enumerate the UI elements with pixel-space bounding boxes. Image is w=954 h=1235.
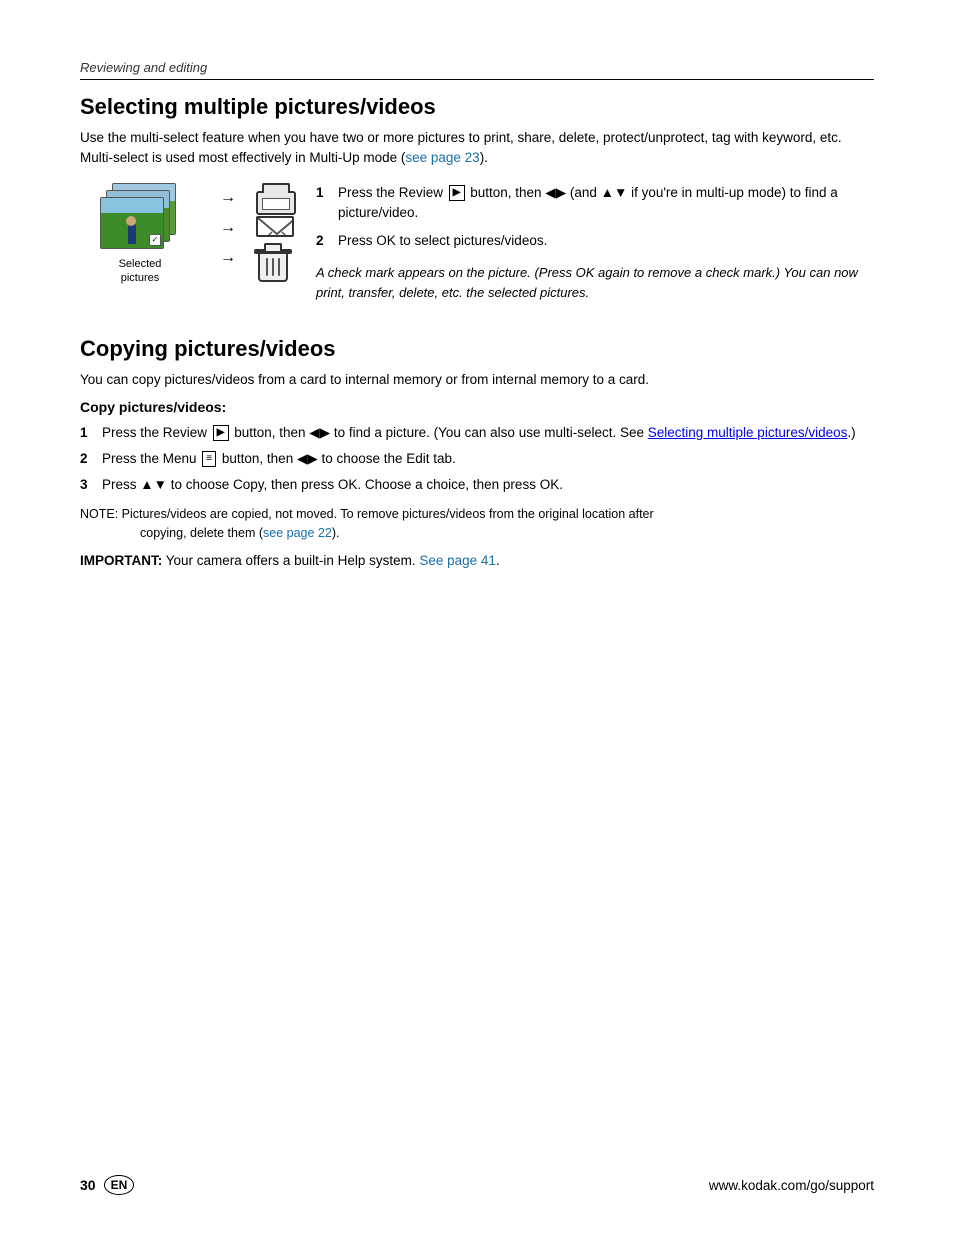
menu-icon: ≡ <box>202 451 216 467</box>
trash-icon <box>256 243 290 272</box>
section-selecting: Selecting multiple pictures/videos Use t… <box>80 94 874 318</box>
see-page-22-link[interactable]: see page 22 <box>263 526 332 540</box>
section2-title: Copying pictures/videos <box>80 336 874 362</box>
copy-step1-content: Press the Review ▶ button, then ◀▶ to fi… <box>102 423 874 443</box>
printer-icon <box>256 183 296 211</box>
language-badge: EN <box>104 1175 135 1195</box>
step1-number: 1 <box>316 183 332 224</box>
copy-step2: 2 Press the Menu ≡ button, then ◀▶ to ch… <box>80 449 874 469</box>
step1: 1 Press the Review ▶ button, then ◀▶ (an… <box>316 183 874 224</box>
copy-step3-number: 3 <box>80 475 96 495</box>
page-number: 30 <box>80 1177 96 1193</box>
copy-step2-number: 2 <box>80 449 96 469</box>
review-icon-copy: ▶ <box>213 425 229 441</box>
copy-step1: 1 Press the Review ▶ button, then ◀▶ to … <box>80 423 874 443</box>
section-label: Reviewing and editing <box>80 60 874 75</box>
note-content: Pictures/videos are copied, not moved. T… <box>118 507 653 521</box>
review-button-icon: ▶ <box>449 185 465 201</box>
copy-subheading: Copy pictures/videos: <box>80 399 874 415</box>
arrow-right-1: → <box>220 189 236 207</box>
photo-card-front: ✓ <box>100 197 164 249</box>
section1-content: ✓ Selected pictures → → → <box>80 183 874 303</box>
footer-website: www.kodak.com/go/support <box>709 1178 874 1193</box>
italic-note: A check mark appears on the picture. (Pr… <box>316 263 874 302</box>
arrows-column: → → → <box>220 183 236 273</box>
copy-step2-content: Press the Menu ≡ button, then ◀▶ to choo… <box>102 449 874 469</box>
section2-intro: You can copy pictures/videos from a card… <box>80 370 874 390</box>
selecting-link[interactable]: Selecting multiple pictures/videos <box>648 425 848 440</box>
photos-stack: ✓ <box>100 183 180 253</box>
step2-content: Press OK to select pictures/videos. <box>338 231 874 251</box>
note: NOTE: Pictures/videos are copied, not mo… <box>80 505 874 543</box>
see-page-23-link[interactable]: see page 23 <box>405 150 479 165</box>
checkmark-badge: ✓ <box>149 234 161 246</box>
section1-title: Selecting multiple pictures/videos <box>80 94 874 120</box>
note-indent: copying, delete them (see page 22). <box>140 524 874 543</box>
section1-intro: Use the multi-select feature when you ha… <box>80 128 874 169</box>
illustration: ✓ Selected pictures <box>80 183 200 286</box>
section-copying: Copying pictures/videos You can copy pic… <box>80 336 874 581</box>
copy-step3: 3 Press ▲▼ to choose Copy, then press OK… <box>80 475 874 495</box>
arrow-right-3: → <box>220 249 236 267</box>
footer-left: 30 EN <box>80 1175 134 1195</box>
page: Reviewing and editing Selecting multiple… <box>0 0 954 1235</box>
copy-step1-number: 1 <box>80 423 96 443</box>
illustration-caption: Selected pictures <box>119 257 162 286</box>
see-page-41-link[interactable]: See page 41 <box>419 553 496 568</box>
intro-text-after: ). <box>480 150 488 165</box>
step1-content: Press the Review ▶ button, then ◀▶ (and … <box>338 183 874 224</box>
important-label: IMPORTANT: <box>80 553 162 568</box>
step2: 2 Press OK to select pictures/videos. <box>316 231 874 251</box>
note-label: NOTE: <box>80 507 118 521</box>
section1-steps: 1 Press the Review ▶ button, then ◀▶ (an… <box>316 183 874 303</box>
envelope-icon <box>256 216 294 237</box>
copy-step3-content: Press ▲▼ to choose Copy, then press OK. … <box>102 475 874 495</box>
action-icons <box>256 183 296 273</box>
footer: 30 EN www.kodak.com/go/support <box>80 1155 874 1195</box>
arrow-right-2: → <box>220 219 236 237</box>
section-divider <box>80 79 874 80</box>
important-content: Your camera offers a built-in Help syste… <box>162 553 499 568</box>
step2-number: 2 <box>316 231 332 251</box>
important: IMPORTANT: Your camera offers a built-in… <box>80 551 874 571</box>
